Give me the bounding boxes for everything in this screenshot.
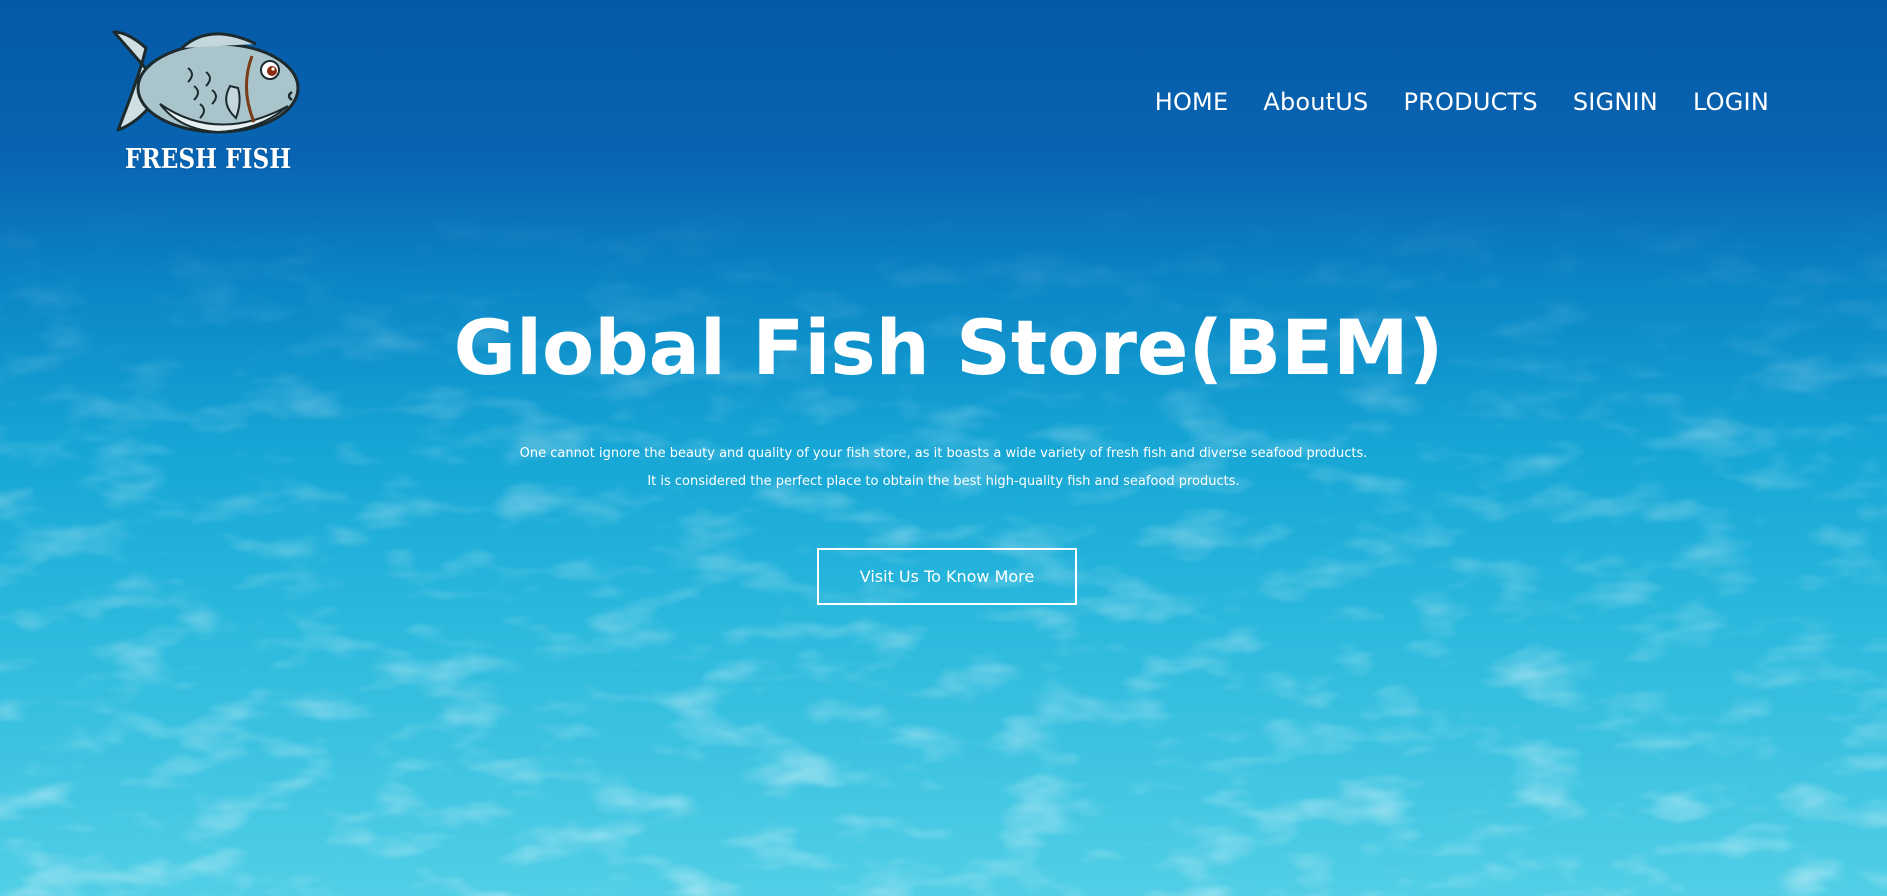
hero-section: Global Fish Store(BEM) One cannot ignore…: [0, 300, 1887, 496]
main-nav: HOME AboutUS PRODUCTS SIGNIN LOGIN: [1155, 88, 1769, 116]
nav-item-about-us[interactable]: AboutUS: [1263, 88, 1368, 116]
nav-item-login[interactable]: LOGIN: [1693, 88, 1769, 116]
visit-us-button[interactable]: Visit Us To Know More: [817, 548, 1077, 605]
brand-logo[interactable]: FRESH FISH: [110, 26, 306, 186]
nav-item-products[interactable]: PRODUCTS: [1404, 88, 1538, 116]
hero-title: Global Fish Store(BEM): [453, 303, 1444, 392]
hero-description-line-2: It is considered the perfect place to ob…: [647, 474, 1240, 489]
brand-name: FRESH FISH: [124, 144, 292, 175]
landing-page: FRESH FISH HOME AboutUS PRODUCTS SIGNIN …: [0, 0, 1887, 896]
nav-item-signin[interactable]: SIGNIN: [1573, 88, 1658, 116]
hero-description: One cannot ignore the beauty and quality…: [0, 440, 1887, 496]
hero-description-line-1: One cannot ignore the beauty and quality…: [519, 446, 1368, 461]
water-background: [0, 190, 1887, 896]
fish-icon: [112, 30, 300, 134]
nav-item-home[interactable]: HOME: [1155, 88, 1229, 116]
